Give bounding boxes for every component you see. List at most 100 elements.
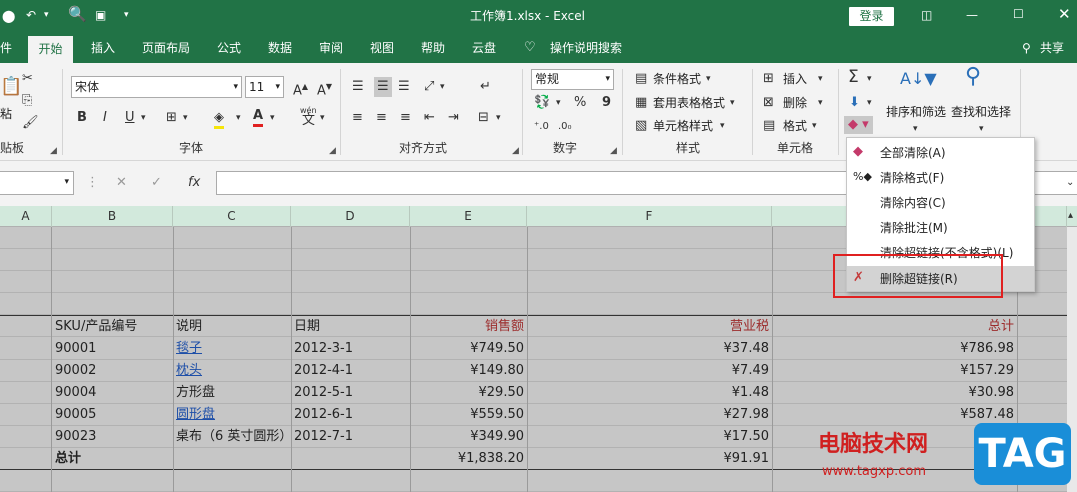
chevron-down-icon[interactable]: ▾ [706,71,711,87]
sort-filter-button[interactable]: 排序和筛选 [886,105,946,119]
chevron-down-icon[interactable]: ▾ [867,71,872,87]
table-cell[interactable]: 桌布（6 英寸圆形） [173,426,291,448]
enter-icon[interactable]: ✓ [151,175,162,191]
tab-formulas[interactable]: 公式 [217,41,241,55]
insert-function-button[interactable]: fx [188,175,200,191]
customize-toolbar-icon[interactable]: ▾ [124,8,129,22]
cancel-icon[interactable]: ✕ [116,175,127,191]
table-cell[interactable]: 90005 [52,404,173,426]
tab-help[interactable]: 帮助 [421,41,445,55]
column-header-c[interactable]: C [173,206,291,227]
chevron-down-icon[interactable]: ▾ [867,95,872,111]
tab-insert[interactable]: 插入 [91,41,115,55]
column-header-d[interactable]: D [291,206,410,227]
table-cell[interactable]: 2012-3-1 [291,338,410,360]
undo-dropdown-icon[interactable]: ▾ [44,8,49,22]
font-name-select[interactable]: 宋体 ▾ [71,76,242,98]
hyperlink-cell[interactable]: 枕头 [173,360,291,382]
sort-filter-icon[interactable]: A↓▼ [900,71,937,87]
minimize-icon[interactable]: — [966,8,978,22]
column-header-a[interactable]: A [0,206,52,227]
scroll-up-icon[interactable]: ▴ [1068,208,1073,224]
table-cell[interactable]: ¥27.98 [527,404,772,426]
menu-item-clear-comments[interactable]: 清除批注(M) [847,215,1034,240]
chevron-down-icon[interactable]: ▾ [730,95,735,111]
chevron-down-icon[interactable]: ▾ [270,110,275,126]
merge-center-icon[interactable]: ⊟ [478,110,489,126]
header-cell[interactable]: 营业税 [527,316,772,338]
clipboard-launcher-icon[interactable]: ◢ [50,146,57,156]
header-cell[interactable]: 总计 [772,316,1017,338]
chevron-down-icon[interactable]: ▾ [320,110,325,126]
align-bottom-icon[interactable]: ☰ [398,79,410,95]
header-cell[interactable]: 日期 [291,316,410,338]
column-header-b[interactable]: B [52,206,173,227]
column-header-f[interactable]: F [527,206,772,227]
bold-button[interactable]: B [77,110,87,126]
chevron-down-icon[interactable]: ▾ [236,110,241,126]
cell-styles-button[interactable]: 单元格样式 [653,119,713,133]
autosave-icon[interactable]: ⬤ [2,9,15,23]
table-cell[interactable]: ¥157.29 [772,360,1017,382]
insert-cells-button[interactable]: 插入 [783,72,807,86]
increase-font-icon[interactable]: A▲ [293,79,308,99]
ribbon-display-icon[interactable]: ◫ [921,8,932,22]
tab-file[interactable]: 件 [0,41,12,55]
alignment-launcher-icon[interactable]: ◢ [512,146,519,156]
table-cell[interactable]: ¥1,838.20 [410,448,527,470]
align-center-icon[interactable]: ≡ [376,110,387,126]
table-cell[interactable]: ¥7.49 [527,360,772,382]
comma-style-button[interactable]: 9 [602,95,611,111]
align-right-icon[interactable]: ≡ [400,110,411,126]
font-color-icon[interactable]: A [253,108,264,127]
conditional-format-icon[interactable]: ▤ [635,71,647,87]
tab-cloud[interactable]: 云盘 [472,41,496,55]
hyperlink-cell[interactable]: 圆形盘 [173,404,291,426]
delete-cells-icon[interactable]: ⊠ [763,95,774,111]
cell-styles-icon[interactable]: ▧ [635,118,647,134]
chevron-down-icon[interactable]: ▾ [183,110,188,126]
number-launcher-icon[interactable]: ◢ [610,146,617,156]
chevron-down-icon[interactable]: ▾ [720,118,725,134]
fill-color-icon[interactable]: ◈ [214,110,224,129]
find-select-icon[interactable]: ⚲ [965,66,981,88]
find-select-button[interactable]: 查找和选择 [951,105,1011,119]
chevron-down-icon[interactable]: ▾ [979,121,984,137]
conditional-format-button[interactable]: 条件格式 [653,72,701,86]
chevron-down-icon[interactable]: ▾ [496,110,501,126]
menu-item-clear-contents[interactable]: 清除内容(C) [847,190,1034,215]
currency-icon[interactable]: 💱 [534,95,550,111]
wrap-text-icon[interactable]: ↵ [480,79,491,95]
chevron-down-icon[interactable]: ▾ [141,110,146,126]
tab-data[interactable]: 数据 [268,41,292,55]
table-cell[interactable]: ¥30.98 [772,382,1017,404]
table-cell[interactable]: 2012-6-1 [291,404,410,426]
tell-me-search[interactable]: 操作说明搜索 [550,41,622,55]
table-cell[interactable]: ¥786.98 [772,338,1017,360]
table-cell[interactable]: 90002 [52,360,173,382]
clear-eraser-icon[interactable]: ◆ ▾ [844,116,873,134]
insert-cells-icon[interactable]: ⊞ [763,71,774,87]
maximize-icon[interactable]: ☐ [1013,7,1024,21]
increase-decimal-icon[interactable]: ⁺.0 [534,119,549,135]
format-as-table-icon[interactable]: ▦ [635,95,647,111]
table-cell[interactable]: ¥749.50 [410,338,527,360]
tab-review[interactable]: 审阅 [319,41,343,55]
table-cell[interactable]: ¥149.80 [410,360,527,382]
table-cell[interactable]: 90023 [52,426,173,448]
tab-home[interactable]: 开始 [28,36,73,63]
chevron-down-icon[interactable]: ▾ [818,95,823,111]
chevron-down-icon[interactable]: ▾ [556,95,561,111]
format-painter-icon[interactable]: 🖌 [22,115,39,131]
chevron-down-icon[interactable]: ▾ [913,121,918,137]
decrease-font-icon[interactable]: A▼ [317,79,332,99]
chevron-down-icon[interactable]: ▾ [812,118,817,134]
paste-icon[interactable]: 📋 [0,78,22,96]
table-cell[interactable]: 2012-4-1 [291,360,410,382]
font-launcher-icon[interactable]: ◢ [329,146,336,156]
decrease-decimal-icon[interactable]: .0₀ [558,119,572,135]
table-cell[interactable]: 2012-7-1 [291,426,410,448]
table-cell[interactable]: ¥17.50 [527,426,772,448]
font-size-select[interactable]: 11 ▾ [245,76,284,98]
paste-label[interactable]: 粘 [0,107,12,121]
